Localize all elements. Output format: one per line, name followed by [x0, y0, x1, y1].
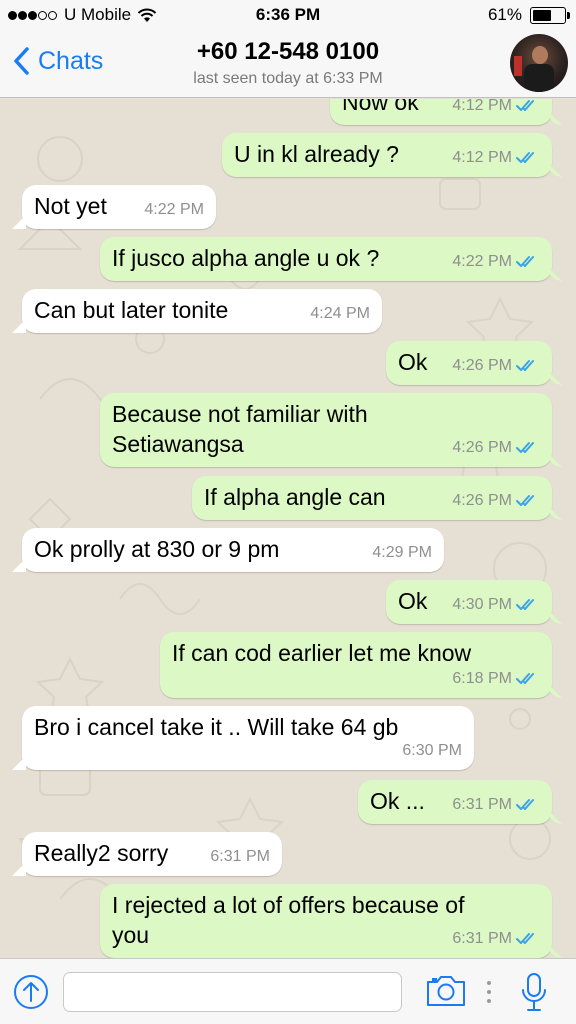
incoming-message[interactable]: Can but later tonite 4:24 PM — [22, 289, 382, 333]
message-input[interactable] — [63, 972, 402, 1012]
message-time: 4:26 PM — [452, 357, 512, 374]
message-time: 4:30 PM — [452, 596, 512, 613]
message-input-bar — [0, 958, 576, 1024]
message-time: 4:12 PM — [452, 149, 512, 166]
incoming-message[interactable]: Really2 sorry 6:31 PM — [22, 832, 282, 876]
message-meta: 4:26 PM — [452, 486, 540, 516]
message-meta: 4:22 PM — [144, 195, 204, 225]
read-receipt-icon — [516, 360, 534, 371]
read-receipt-icon — [516, 673, 534, 684]
mic-icon[interactable] — [520, 971, 548, 1013]
read-receipt-icon — [516, 495, 534, 506]
incoming-message[interactable]: Bro i cancel take it .. Will take 64 gb 6… — [22, 706, 474, 770]
read-receipt-icon — [516, 599, 534, 610]
read-receipt-icon — [516, 442, 534, 453]
share-icon[interactable] — [12, 973, 50, 1011]
message-time: 4:29 PM — [372, 544, 432, 561]
outgoing-message[interactable]: Ok ... 6:31 PM — [358, 780, 552, 824]
battery-level-fill — [533, 9, 552, 21]
message-meta: 6:18 PM — [452, 664, 540, 694]
message-meta: 4:26 PM — [452, 433, 540, 463]
conversation-area[interactable]: Now ok 4:12 PM U in kl already ? 4:12 PM Not… — [0, 99, 576, 958]
message-meta: 4:26 PM — [452, 351, 540, 381]
contact-name[interactable]: +60 12-548 0100 — [0, 38, 576, 66]
incoming-message[interactable]: Ok prolly at 830 or 9 pm 4:29 PM — [22, 528, 444, 572]
outgoing-message[interactable]: If can cod earlier let me know 6:18 PM — [160, 632, 552, 698]
message-meta: 6:31 PM — [210, 842, 270, 872]
message-meta: 4:12 PM — [452, 143, 540, 173]
last-seen-status: last seen today at 6:33 PM — [193, 70, 383, 87]
contact-avatar[interactable] — [510, 34, 568, 92]
outgoing-message[interactable]: Ok 4:30 PM — [386, 580, 552, 624]
battery-percent: 61% — [487, 5, 522, 24]
message-text: Bro i cancel take it .. Will take 64 gb — [34, 714, 399, 740]
battery-group: 61% — [487, 5, 570, 25]
chat-header: Chats +60 12-548 0100 last seen today at… — [0, 32, 576, 98]
outgoing-message[interactable]: Now ok 4:12 PM — [330, 99, 552, 125]
message-meta: 4:12 PM — [452, 99, 540, 121]
message-meta: 4:22 PM — [452, 247, 540, 277]
camera-icon[interactable] — [425, 973, 467, 1009]
status-bar: U Mobile 6:36 PM 61% — [0, 0, 576, 32]
message-time: 6:31 PM — [452, 930, 512, 947]
message-meta: 6:31 PM — [452, 924, 540, 954]
read-receipt-icon — [516, 100, 534, 111]
battery-icon — [530, 6, 570, 24]
read-receipt-icon — [516, 152, 534, 163]
message-time: 6:31 PM — [210, 848, 270, 865]
message-meta: 6:30 PM — [402, 736, 462, 766]
outgoing-message[interactable]: U in kl already ? 4:12 PM — [222, 133, 552, 177]
outgoing-message[interactable]: Because not familiar with Setiawangsa 4:2… — [100, 393, 552, 467]
outgoing-message[interactable]: I rejected a lot of offers because of yo… — [100, 884, 552, 958]
message-meta: 4:29 PM — [372, 538, 432, 568]
more-options-icon — [487, 981, 491, 1003]
message-time: 4:26 PM — [452, 439, 512, 456]
message-meta: 6:31 PM — [452, 790, 540, 820]
message-time: 4:22 PM — [452, 253, 512, 270]
incoming-message[interactable]: Not yet 4:22 PM — [22, 185, 216, 229]
message-time: 4:12 PM — [452, 99, 512, 114]
read-receipt-icon — [516, 933, 534, 944]
message-time: 4:24 PM — [310, 305, 370, 322]
message-meta: 4:30 PM — [452, 590, 540, 620]
read-receipt-icon — [516, 256, 534, 267]
message-meta: 4:24 PM — [310, 299, 370, 329]
read-receipt-icon — [516, 799, 534, 810]
message-time: 6:18 PM — [452, 670, 512, 687]
outgoing-message[interactable]: Ok 4:26 PM — [386, 341, 552, 385]
message-time: 6:31 PM — [452, 796, 512, 813]
outgoing-message[interactable]: If alpha angle can 4:26 PM — [192, 476, 552, 520]
outgoing-message[interactable]: If jusco alpha angle u ok ? 4:22 PM — [100, 237, 552, 281]
message-time: 4:22 PM — [144, 201, 204, 218]
message-time: 4:26 PM — [452, 492, 512, 509]
message-time: 6:30 PM — [402, 742, 462, 759]
